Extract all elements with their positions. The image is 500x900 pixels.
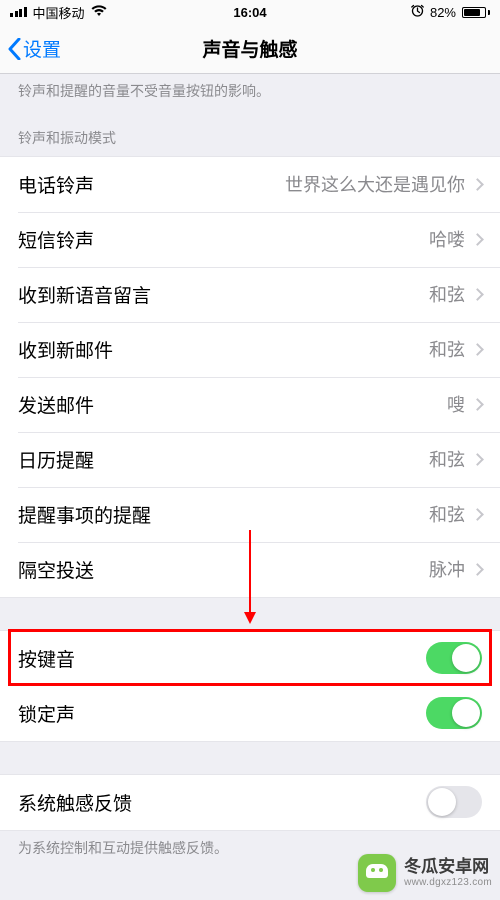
row-label: 短信铃声: [18, 226, 94, 253]
toggle-row: 系统触感反馈: [0, 775, 500, 830]
row-label: 按键音: [18, 645, 75, 672]
ringtone-row[interactable]: 短信铃声 哈喽: [0, 212, 500, 267]
back-button[interactable]: 设置: [8, 35, 61, 62]
row-value: 和弦: [429, 281, 465, 307]
section-header-ringtones: 铃声和振动模式: [0, 112, 500, 156]
chevron-right-icon: [471, 178, 484, 191]
chevron-right-icon: [471, 288, 484, 301]
clock: 16:04: [233, 5, 266, 20]
toggle-switch[interactable]: [426, 697, 482, 729]
status-bar: 中国移动 16:04 82%: [0, 0, 500, 24]
row-value: 世界这么大还是遇见你: [285, 171, 465, 197]
row-label: 系统触感反馈: [18, 789, 132, 816]
back-label: 设置: [23, 35, 61, 62]
carrier-label: 中国移动: [33, 3, 85, 22]
nav-bar: 设置 声音与触感: [0, 24, 500, 74]
signal-icon: [10, 7, 27, 17]
toggle-row: 锁定声: [0, 686, 500, 741]
row-value: 脉冲: [429, 556, 465, 582]
ringtone-row[interactable]: 发送邮件 嗖: [0, 377, 500, 432]
row-value: 哈喽: [429, 226, 465, 252]
ringer-volume-note: 铃声和提醒的音量不受音量按钮的影响。: [0, 74, 500, 112]
annotation-arrow: [249, 530, 251, 622]
battery-icon: [462, 7, 490, 18]
alarm-icon: [411, 4, 424, 20]
watermark: 冬瓜安卓网 www.dgxz123.com: [358, 854, 492, 892]
chevron-right-icon: [471, 398, 484, 411]
row-label: 提醒事项的提醒: [18, 501, 151, 528]
row-label: 隔空投送: [18, 556, 94, 583]
chevron-right-icon: [471, 233, 484, 246]
watermark-title: 冬瓜安卓网: [404, 858, 492, 877]
row-label: 发送邮件: [18, 391, 94, 418]
wifi-icon: [91, 5, 107, 20]
row-label: 日历提醒: [18, 446, 94, 473]
chevron-right-icon: [471, 563, 484, 576]
row-value: 嗖: [447, 391, 465, 417]
row-value: 和弦: [429, 446, 465, 472]
toggle-switch[interactable]: [426, 786, 482, 818]
toggle-switch[interactable]: [426, 642, 482, 674]
toggle-row: 按键音: [0, 631, 500, 686]
haptic-group: 系统触感反馈: [0, 774, 500, 831]
row-value: 和弦: [429, 501, 465, 527]
chevron-right-icon: [471, 508, 484, 521]
battery-pct: 82%: [430, 5, 456, 20]
ringtone-row[interactable]: 收到新邮件 和弦: [0, 322, 500, 377]
page-title: 声音与触感: [202, 35, 297, 62]
chevron-right-icon: [471, 343, 484, 356]
keyboard-sounds-group: 按键音锁定声: [0, 630, 500, 742]
ringtone-row[interactable]: 日历提醒 和弦: [0, 432, 500, 487]
watermark-sub: www.dgxz123.com: [404, 877, 492, 888]
watermark-icon: [358, 854, 396, 892]
row-label: 收到新邮件: [18, 336, 113, 363]
ringtone-row[interactable]: 电话铃声 世界这么大还是遇见你: [0, 157, 500, 212]
row-value: 和弦: [429, 336, 465, 362]
chevron-left-icon: [8, 38, 21, 60]
row-label: 收到新语音留言: [18, 281, 151, 308]
ringtone-row[interactable]: 收到新语音留言 和弦: [0, 267, 500, 322]
chevron-right-icon: [471, 453, 484, 466]
row-label: 电话铃声: [18, 171, 94, 198]
row-label: 锁定声: [18, 700, 75, 727]
